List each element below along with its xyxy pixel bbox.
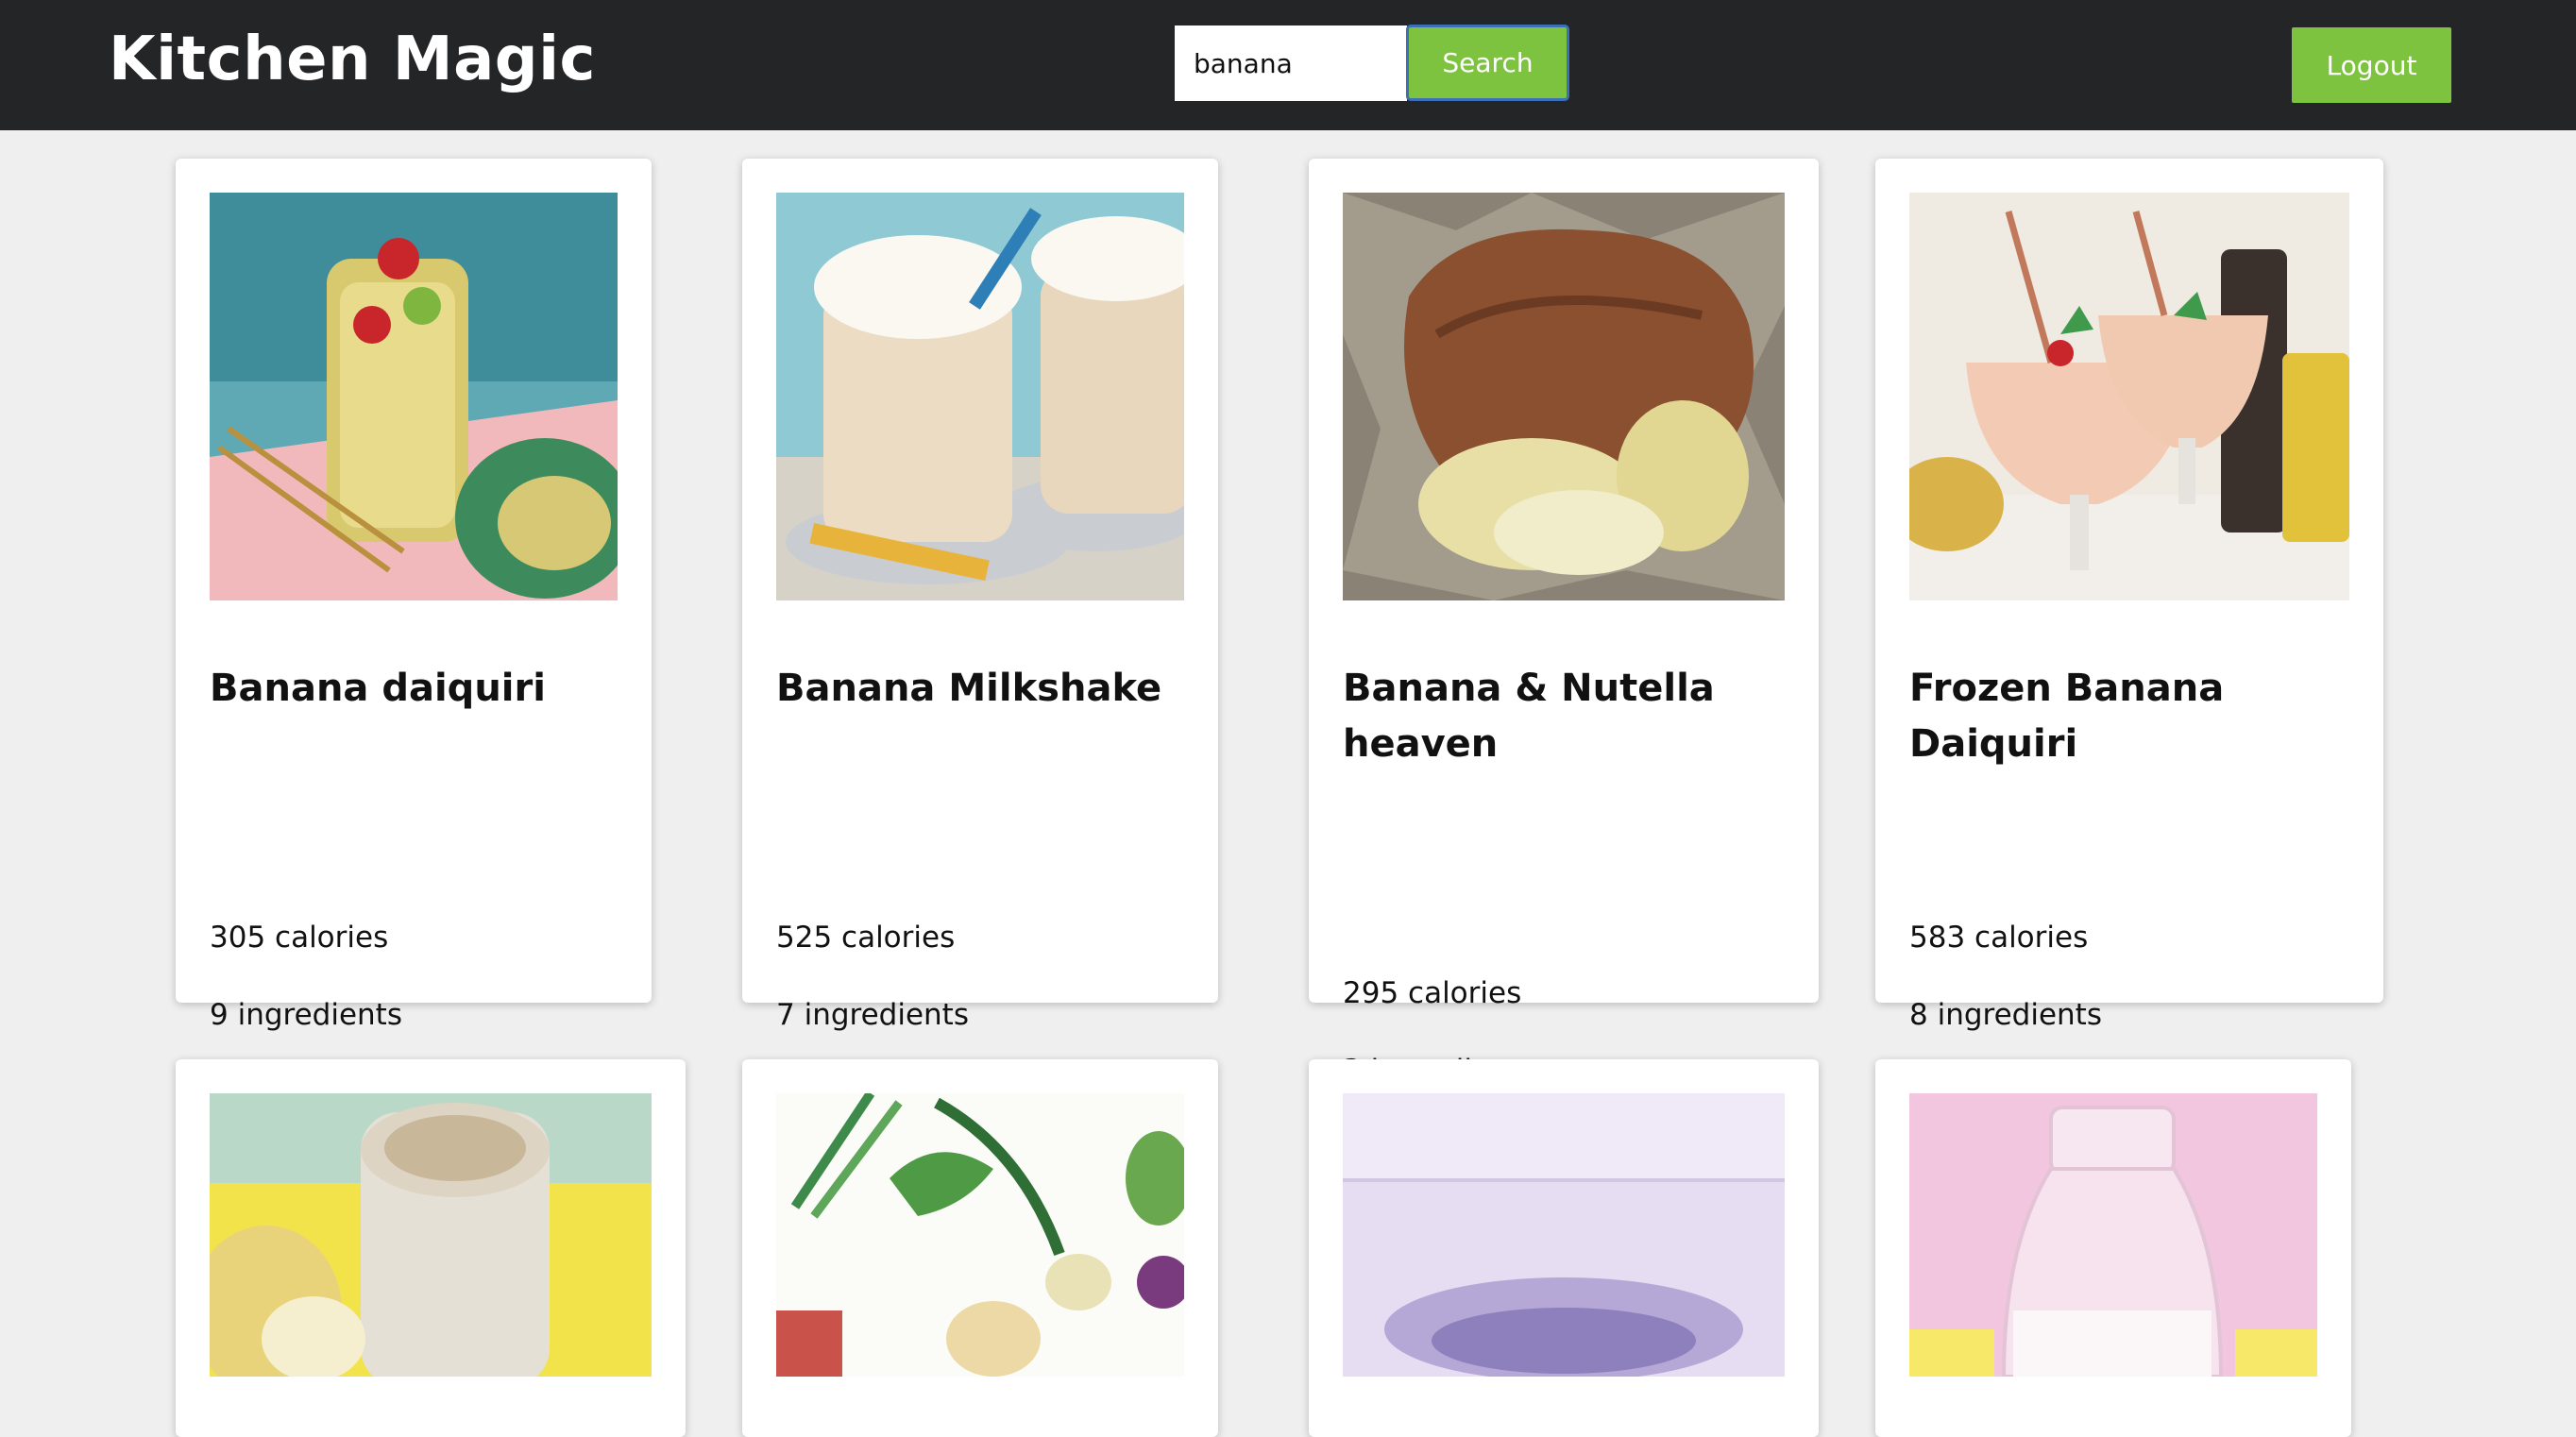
recipe-title[interactable]: Banana daiquiri [210,661,629,717]
recipe-calories: 525 calories [776,921,956,955]
recipe-title[interactable]: Banana Milkshake [776,661,1195,717]
recipe-calories: 305 calories [210,921,389,955]
logout-button[interactable]: Logout [2292,27,2451,103]
recipe-card[interactable]: Banana Milkshake 525 calories 7 ingredie… [742,159,1218,1032]
recipe-image[interactable] [1343,193,1785,600]
recipe-image[interactable] [1909,1093,2317,1377]
recipe-image[interactable] [210,1093,652,1377]
recipe-image[interactable] [1909,193,2349,600]
recipe-calories: 295 calories [1343,976,1522,1010]
recipe-card[interactable] [1875,1059,2351,1437]
search-input[interactable] [1175,25,1407,101]
brand-logo[interactable]: Kitchen Magic [109,17,596,102]
recipe-ingredients: 8 ingredients [1909,998,2102,1032]
recipe-title[interactable]: Banana & Nutella heaven [1343,661,1796,772]
recipe-card[interactable]: Frozen Banana Daiquiri 583 calories 8 in… [1875,159,2383,1032]
top-navbar: Kitchen Magic Search Logout [0,0,2576,130]
recipe-image[interactable] [210,193,618,600]
search-button[interactable]: Search [1406,25,1569,101]
recipe-ingredients: 9 ingredients [210,998,402,1032]
recipe-image[interactable] [776,1093,1184,1377]
recipe-ingredients: 7 ingredients [776,998,969,1032]
recipe-card[interactable] [1309,1059,1819,1437]
recipe-title[interactable]: Frozen Banana Daiquiri [1909,661,2361,772]
recipe-card[interactable] [176,1059,686,1437]
recipe-card[interactable] [742,1059,1218,1437]
recipe-card[interactable]: Banana & Nutella heaven 295 calories 3 i… [1309,159,1819,1088]
recipe-image[interactable] [776,193,1184,600]
recipe-image[interactable] [1343,1093,1785,1377]
recipe-calories: 583 calories [1909,921,2089,955]
recipe-card[interactable]: Banana daiquiri 305 calories 9 ingredien… [176,159,652,1032]
